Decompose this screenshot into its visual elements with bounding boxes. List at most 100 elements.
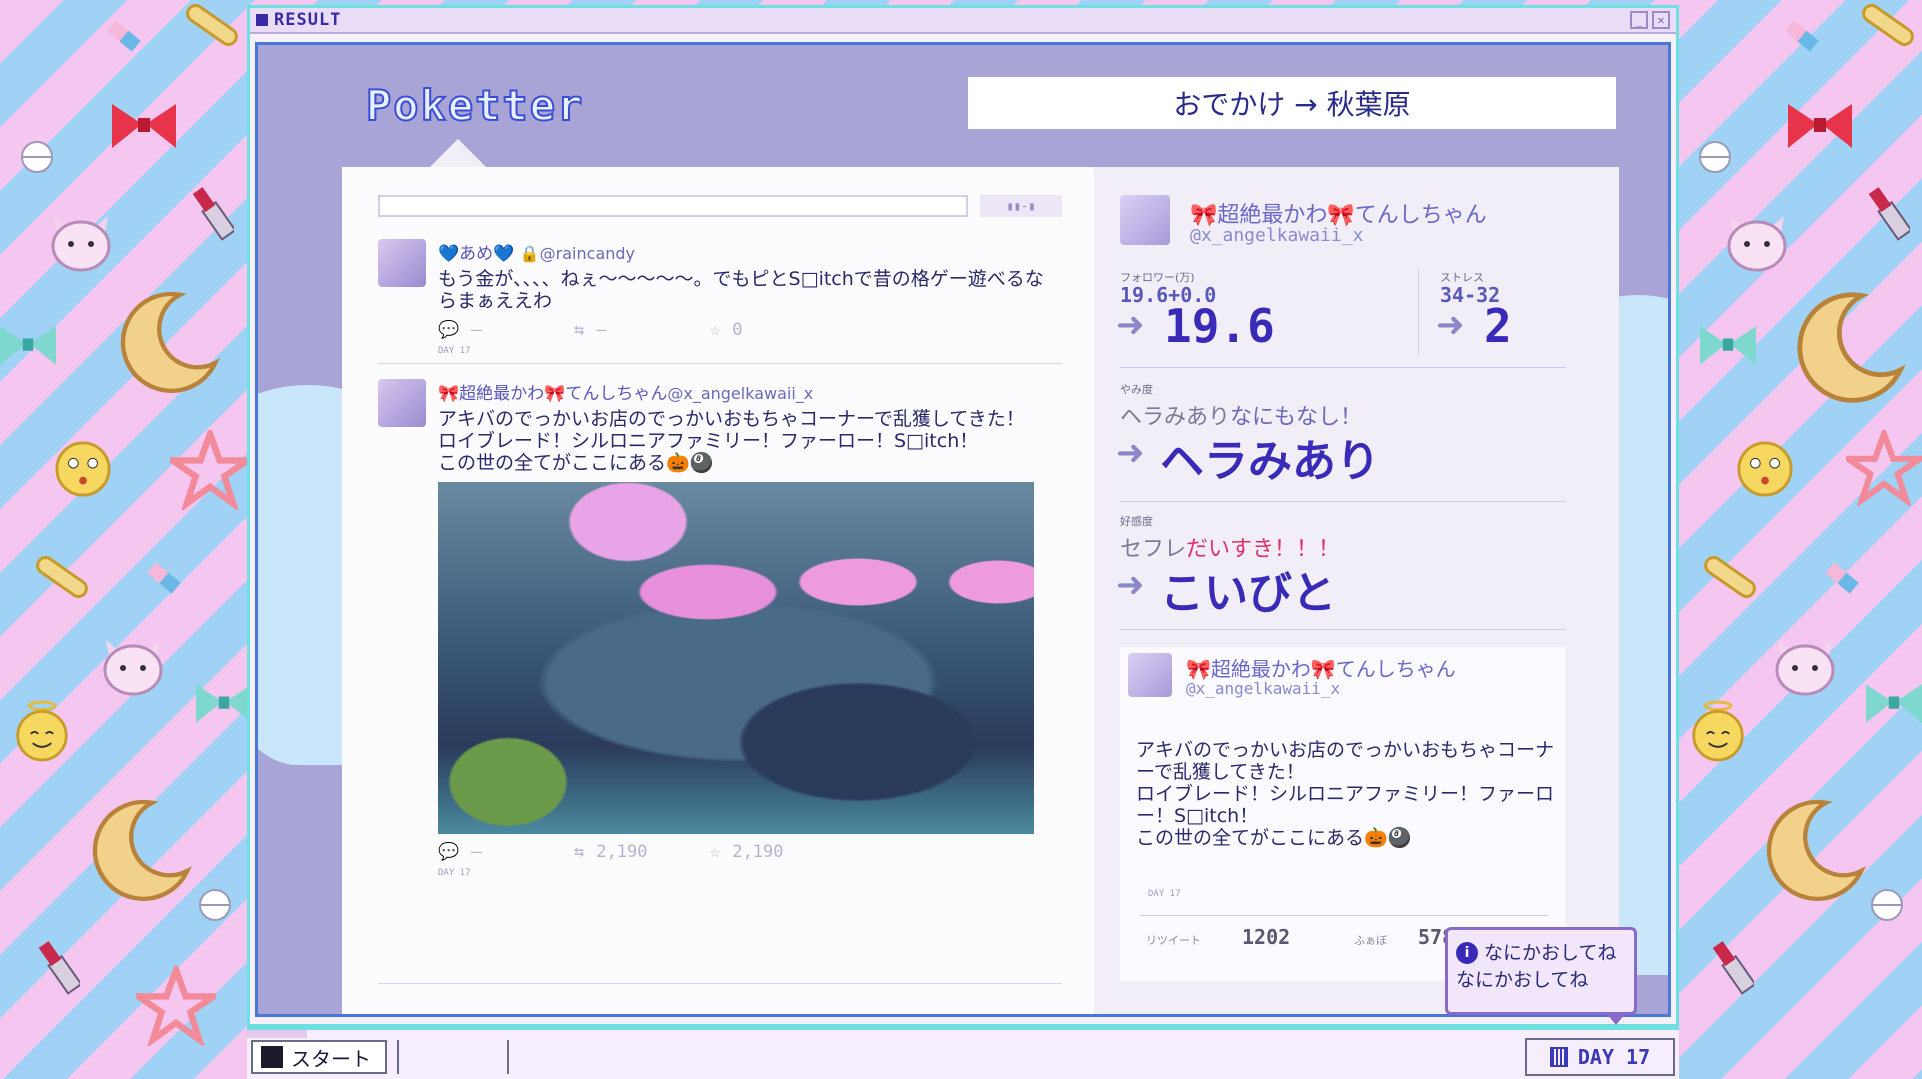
bg-ribbon-icon <box>0 326 56 372</box>
retweet-count: — <box>596 320 607 340</box>
start-button[interactable]: スタート <box>251 1040 387 1074</box>
bg-lipstick-icon <box>190 176 234 246</box>
search-input[interactable] <box>378 195 968 217</box>
avatar[interactable] <box>378 239 426 287</box>
embed-retweet-label: リツイート <box>1146 934 1201 947</box>
tweet-text: もう金が、、、、ねぇ～～～～～。でもピとS□itchで昔の格ゲー遊べるならまぁえ… <box>438 268 1044 312</box>
reply-count: — <box>471 842 482 862</box>
tweet-text: アキバのでっかいお店のでっかいおもちゃコーナーで乱獲してきた！ ロイブレード！シ… <box>438 408 1025 474</box>
poketter-stage: Poketter おでかけ → 秋葉原 ▮▮-▮ 💙あめ💙 🔒@raincand… <box>255 42 1671 1017</box>
like-star-icon[interactable]: ☆ <box>710 320 720 340</box>
search-button[interactable]: ▮▮-▮ <box>980 195 1062 217</box>
bg-pill-icon <box>144 558 184 598</box>
bg-tablet-icon <box>1698 140 1732 174</box>
result-window: RESULT _ ✕ Poketter おでかけ → 秋葉原 ▮▮-▮ 💙あめ� <box>247 5 1679 1027</box>
bg-angel-smiley-icon <box>14 700 70 762</box>
avatar <box>1128 653 1172 697</box>
avatar[interactable] <box>1120 195 1170 245</box>
status-sidebar: 🎀超絶最かわ🎀てんしちゃん @x_angelkawaii_x フォロワー(万) … <box>1094 167 1619 1014</box>
bg-hairclip-icon <box>30 552 94 602</box>
arrow-right-icon: ➜ <box>1116 433 1145 473</box>
tooltip-pointer <box>1606 1013 1626 1025</box>
stat-divider <box>1418 269 1419 355</box>
embed-author-name: 🎀超絶最かわ🎀てんしちゃん <box>1186 657 1456 681</box>
yami-value: ヘラみあり <box>1160 436 1380 487</box>
bg-star-icon <box>170 430 250 510</box>
stress-value: 2 <box>1484 299 1512 353</box>
tweet-author-handle: @x_angelkawaii_x <box>667 384 814 403</box>
embed-author-handle: @x_angelkawaii_x <box>1186 679 1341 698</box>
taskbar-slot[interactable] <box>397 1040 509 1074</box>
hint-tooltip: i なにかおしてね なにかおしてね <box>1445 927 1637 1015</box>
bg-hairclip-icon <box>180 0 244 50</box>
retweet-icon[interactable]: ⇆ <box>574 842 584 862</box>
bg-ribbon-icon <box>1700 326 1756 372</box>
arrow-right-icon: ➜ <box>1116 305 1145 345</box>
bg-crescent-moon-icon <box>114 286 224 396</box>
tweet-divider <box>378 983 1062 984</box>
bg-hairclip-icon <box>1856 0 1920 50</box>
day-counter-button[interactable]: DAY 17 <box>1525 1038 1675 1076</box>
embed-stats: リツイート 1202 ふぁぼ 5785 <box>1146 925 1466 949</box>
bg-lipstick-icon <box>36 930 80 1000</box>
bg-smiley-icon <box>1736 440 1794 498</box>
bg-cat-face-icon <box>100 636 166 696</box>
section-divider <box>1120 629 1566 630</box>
avatar[interactable] <box>378 379 426 427</box>
minimize-icon[interactable]: _ <box>1630 11 1648 29</box>
bg-ribbon-icon <box>1788 104 1852 156</box>
affection-value: こいびと <box>1160 568 1336 619</box>
reply-icon[interactable]: 💬 <box>438 320 459 340</box>
bg-lipstick-icon <box>1866 176 1910 246</box>
tweet-day: DAY 17 <box>438 346 471 356</box>
embed-fav-label: ふぁぼ <box>1354 934 1387 947</box>
info-icon: i <box>1456 942 1478 964</box>
tweet-divider <box>378 363 1062 364</box>
window-titlebar[interactable]: RESULT _ ✕ <box>250 8 1676 34</box>
embed-divider <box>1140 915 1548 916</box>
bg-hairclip-icon <box>1698 552 1762 602</box>
reply-count: — <box>471 320 482 340</box>
section-divider <box>1120 501 1566 502</box>
bg-smiley-icon <box>54 440 112 498</box>
tweet-author-name: 💙あめ💙 <box>438 244 515 264</box>
like-count: 2,190 <box>732 842 784 862</box>
embed-day: DAY 17 <box>1148 889 1181 899</box>
followers-value: 19.6 <box>1164 299 1275 353</box>
tweet-author-name: 🎀超絶最かわ🎀てんしちゃん <box>438 384 668 404</box>
bg-tablet-icon <box>198 888 232 922</box>
poketter-logo: Poketter <box>365 80 585 131</box>
bg-tablet-icon <box>20 140 54 174</box>
bg-ribbon-icon <box>112 104 176 156</box>
bg-star-icon <box>136 966 216 1046</box>
tweet-author-handle: 🔒@raincandy <box>519 244 636 263</box>
bg-cat-face-icon <box>1772 636 1838 696</box>
profile-handle: @x_angelkawaii_x <box>1190 225 1364 246</box>
tweet-photo[interactable] <box>438 482 1034 834</box>
tweet-day: DAY 17 <box>438 868 471 878</box>
day-label: DAY 17 <box>1577 1045 1651 1069</box>
affection-label: 好感度 <box>1120 515 1153 528</box>
tweet-feed[interactable]: ▮▮-▮ 💙あめ💙 🔒@raincandy もう金が、、、、ねぇ～～～～～。でも… <box>342 167 1094 1014</box>
bg-angel-smiley-icon <box>1690 700 1746 762</box>
close-icon[interactable]: ✕ <box>1652 11 1670 29</box>
like-star-icon[interactable]: ☆ <box>710 842 720 862</box>
bg-lipstick-icon <box>1710 930 1754 1000</box>
reply-icon[interactable]: 💬 <box>438 842 459 862</box>
location-banner: おでかけ → 秋葉原 <box>968 77 1616 129</box>
bg-ribbon-icon <box>196 684 252 730</box>
start-label: スタート <box>291 1046 371 1071</box>
section-divider <box>1120 367 1566 368</box>
retweet-icon[interactable]: ⇆ <box>574 320 584 340</box>
bg-crescent-moon-icon <box>1760 794 1870 904</box>
window-app-icon <box>256 14 268 26</box>
logo-pointer <box>428 139 488 169</box>
start-logo-icon <box>261 1046 283 1068</box>
hint-line-2: なにかおしてね <box>1456 969 1589 991</box>
embed-retweet-value: 1202 <box>1242 925 1291 949</box>
calendar-icon <box>1549 1047 1568 1067</box>
content-panel: ▮▮-▮ 💙あめ💙 🔒@raincandy もう金が、、、、ねぇ～～～～～。でも… <box>342 167 1619 1014</box>
bg-crescent-moon-icon <box>1790 286 1910 406</box>
taskbar-strip <box>247 1030 307 1038</box>
bg-crescent-moon-icon <box>86 794 196 904</box>
